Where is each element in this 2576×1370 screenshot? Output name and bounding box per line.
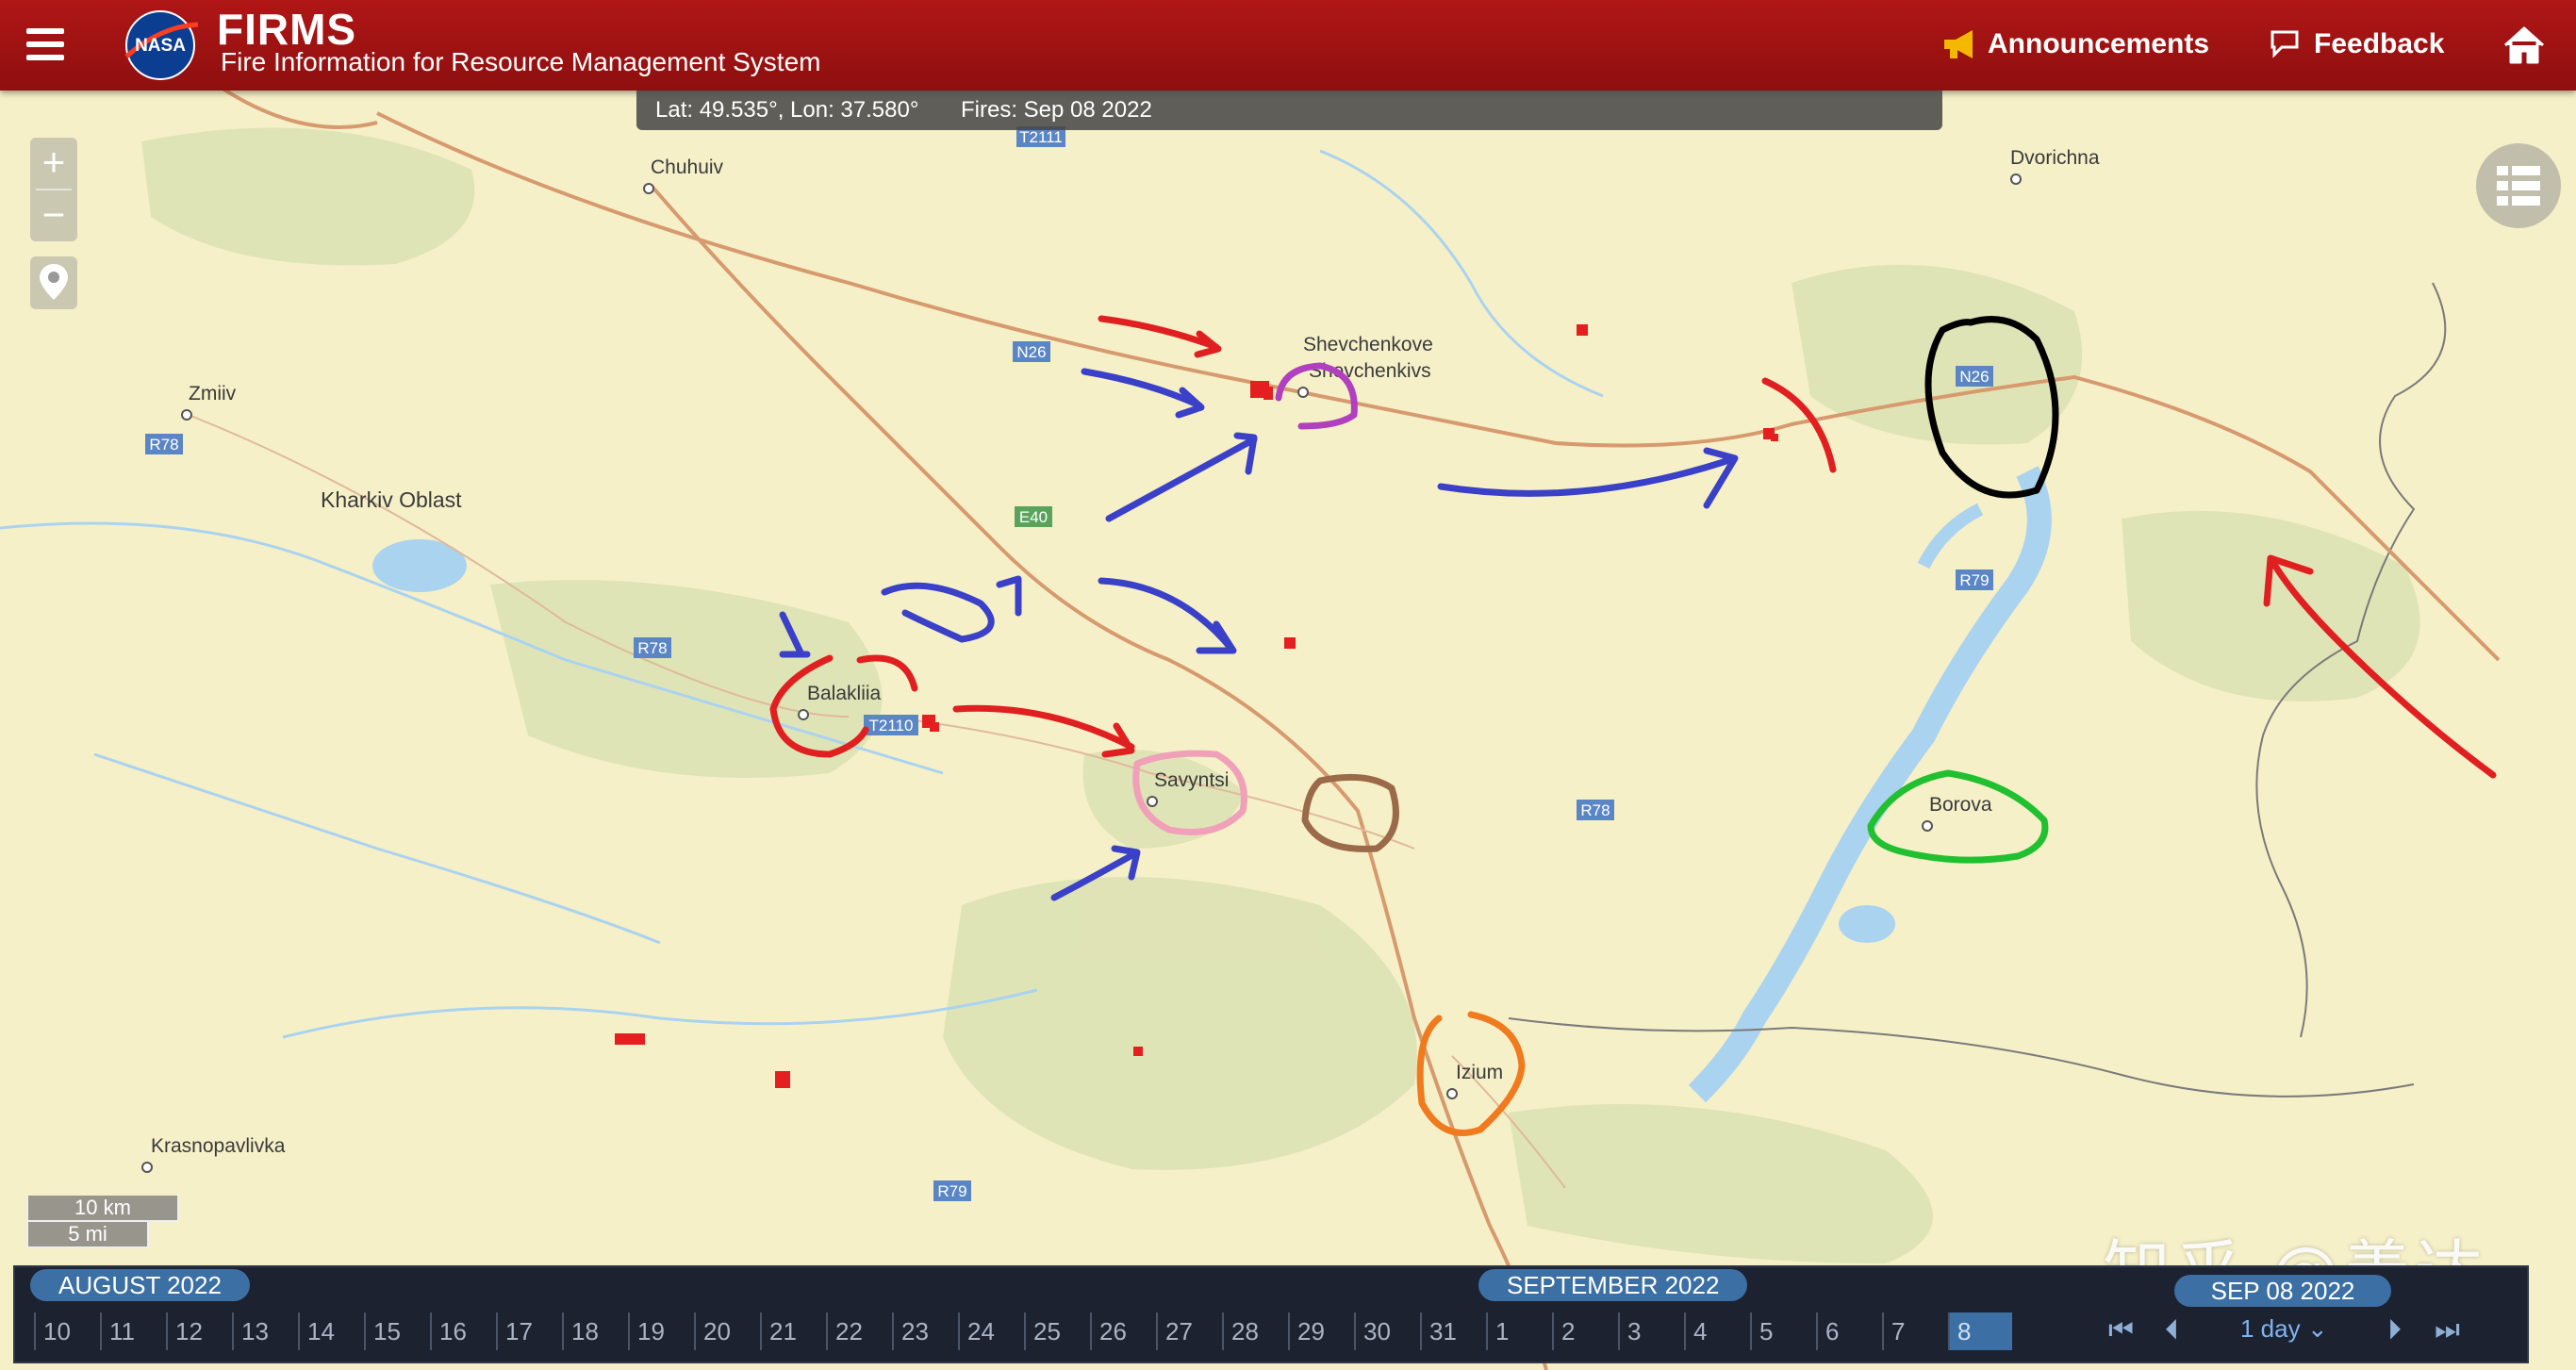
label-chuhuiv: Chuhuiv [651, 157, 724, 178]
nasa-logo: NASA [124, 10, 199, 80]
svg-text:R78: R78 [637, 639, 667, 657]
home-icon[interactable] [2502, 25, 2546, 66]
label-zmiiv: Zmiiv [189, 383, 237, 404]
timeline-day-aug-29[interactable]: 29 [1288, 1312, 1352, 1350]
timeline-day-sep-6[interactable]: 6 [1816, 1312, 1880, 1350]
timeline-day-sep-2[interactable]: 2 [1552, 1312, 1616, 1350]
timeline-day-aug-27[interactable]: 27 [1156, 1312, 1220, 1350]
svg-text:N26: N26 [1959, 368, 1989, 386]
timeline-day-sep-5[interactable]: 5 [1750, 1312, 1814, 1350]
timeline-day-sep-3[interactable]: 3 [1618, 1312, 1682, 1350]
timeline-day-aug-30[interactable]: 30 [1354, 1312, 1418, 1350]
layers-button[interactable] [2476, 143, 2561, 228]
feedback-link[interactable]: Feedback [2269, 28, 2444, 60]
timeline-day-aug-26[interactable]: 26 [1090, 1312, 1154, 1350]
month-september[interactable]: SEPTEMBER 2022 [1478, 1269, 1748, 1301]
timeline-day-aug-11[interactable]: 11 [100, 1312, 164, 1350]
timeline-day-aug-31[interactable]: 31 [1420, 1312, 1484, 1350]
step-back-icon[interactable]: ⏴ [2165, 1314, 2179, 1346]
timeline-day-aug-12[interactable]: 12 [166, 1312, 230, 1350]
chat-icon [2271, 30, 2299, 58]
svg-text:N26: N26 [1016, 343, 1046, 361]
label-shevchenkove: Shevchenkove [1303, 334, 1433, 355]
layers-list-icon [2497, 166, 2540, 206]
feedback-label: Feedback [2314, 28, 2445, 59]
timeline-day-aug-25[interactable]: 25 [1024, 1312, 1088, 1350]
period-label: 1 day [2240, 1314, 2301, 1343]
label-balakliia: Balakliia [807, 683, 882, 704]
map-scale: 10 km 5 mi [26, 1196, 179, 1248]
announcements-label: Announcements [1988, 28, 2210, 59]
timeline-day-aug-28[interactable]: 28 [1222, 1312, 1286, 1350]
app-subtitle: Fire Information for Resource Management… [221, 47, 821, 76]
step-forward-icon[interactable]: ⏵ [2387, 1314, 2402, 1346]
label-borova: Borova [1929, 794, 1992, 816]
svg-text:R79: R79 [937, 1182, 966, 1200]
label-savyntsi: Savyntsi [1154, 769, 1229, 791]
map-pin-icon [40, 264, 68, 300]
skip-forward-icon[interactable]: ⏭ [2435, 1314, 2460, 1346]
svg-text:T2111: T2111 [1019, 128, 1063, 146]
megaphone-icon [1944, 30, 1973, 58]
label-izium: Izium [1456, 1062, 1503, 1083]
timeline: AUGUST 2022 SEPTEMBER 2022 10 11 12 13 14 15 1… [13, 1265, 2529, 1363]
timeline-day-sep-4[interactable]: 4 [1684, 1312, 1748, 1350]
timeline-day-sep-7[interactable]: 7 [1882, 1312, 1946, 1350]
scale-mi: 5 mi [26, 1222, 149, 1248]
timeline-day-aug-14[interactable]: 14 [298, 1312, 362, 1350]
zoom-in-button[interactable]: + [30, 138, 77, 189]
label-krasnopavlivka: Krasnopavlivka [151, 1135, 286, 1157]
announcements-link[interactable]: Announcements [1942, 28, 2209, 60]
timeline-day-aug-17[interactable]: 17 [496, 1312, 560, 1350]
cursor-coordinates: Lat: 49.535°, Lon: 37.580° [655, 97, 919, 123]
timeline-day-aug-22[interactable]: 22 [826, 1312, 890, 1350]
fire-map[interactable]: T2111 N26 R78 E40 R78 T2110 R79 R78 N26 … [0, 0, 2576, 1370]
month-august[interactable]: AUGUST 2022 [30, 1269, 250, 1301]
timeline-day-aug-24[interactable]: 24 [958, 1312, 1022, 1350]
reservoir [1839, 905, 1895, 943]
timeline-day-aug-15[interactable]: 15 [364, 1312, 428, 1350]
timeline-day-aug-18[interactable]: 18 [562, 1312, 626, 1350]
svg-text:E40: E40 [1019, 508, 1048, 526]
timeline-day-aug-19[interactable]: 19 [628, 1312, 692, 1350]
period-select[interactable]: 1 day ⌄ [2240, 1314, 2328, 1344]
timeline-day-sep-1[interactable]: 1 [1486, 1312, 1550, 1350]
skip-back-icon[interactable]: ⏮ [2108, 1314, 2134, 1346]
menu-icon[interactable] [26, 28, 64, 62]
timeline-day-aug-20[interactable]: 20 [694, 1312, 758, 1350]
svg-text:R79: R79 [1959, 571, 1989, 589]
timeline-day-sep-8[interactable]: 8 [1948, 1312, 2012, 1350]
scale-km: 10 km [26, 1196, 179, 1222]
zoom-control: + − [30, 138, 77, 241]
zoom-out-button[interactable]: − [30, 190, 77, 241]
timeline-day-aug-21[interactable]: 21 [760, 1312, 824, 1350]
timeline-day-aug-13[interactable]: 13 [232, 1312, 296, 1350]
svg-text:NASA: NASA [135, 36, 186, 56]
svg-text:T2110: T2110 [869, 717, 914, 735]
cursor-info-bar: Lat: 49.535°, Lon: 37.580° Fires: Sep 08… [636, 91, 1942, 130]
app-header: NASA FIRMS Fire Information for Resource… [0, 0, 2576, 91]
chevron-down-icon: ⌄ [2306, 1314, 2328, 1343]
fires-date: Fires: Sep 08 2022 [961, 97, 1152, 123]
svg-text:R78: R78 [149, 436, 178, 454]
svg-text:R78: R78 [1580, 801, 1610, 819]
label-kharkiv-oblast: Kharkiv Oblast [321, 487, 462, 512]
label-dvorichna: Dvorichna [2010, 147, 2100, 169]
timeline-day-aug-16[interactable]: 16 [430, 1312, 494, 1350]
timeline-day-aug-23[interactable]: 23 [892, 1312, 956, 1350]
location-button[interactable] [30, 256, 77, 309]
current-date: SEP 08 2022 [2174, 1275, 2391, 1307]
timeline-day-aug-10[interactable]: 10 [34, 1312, 98, 1350]
